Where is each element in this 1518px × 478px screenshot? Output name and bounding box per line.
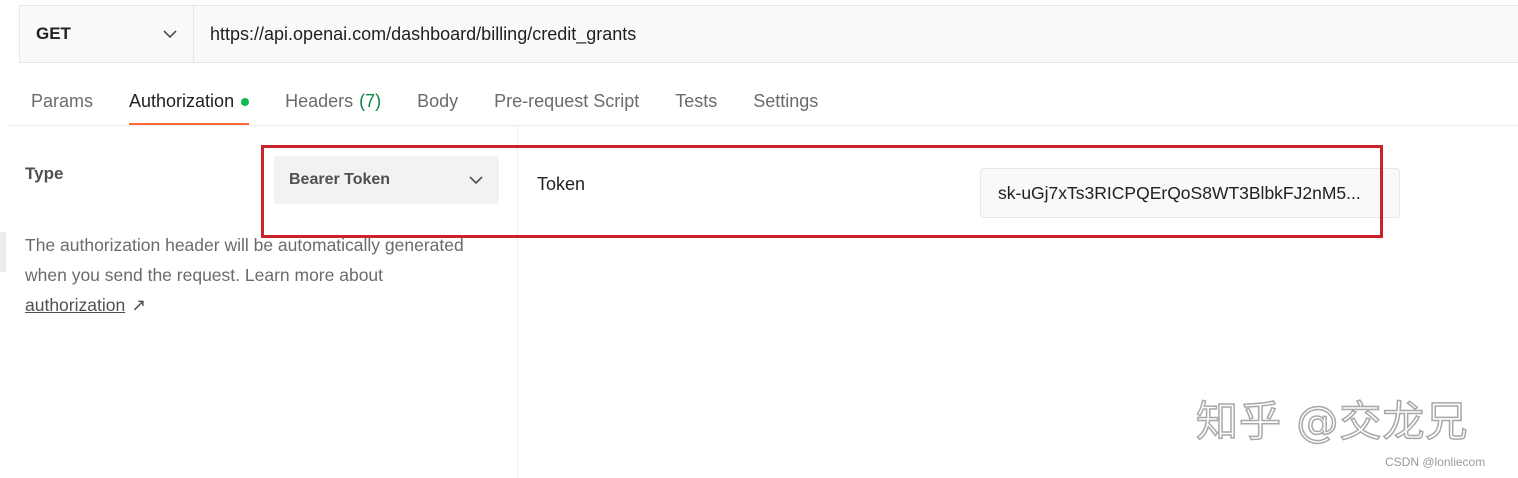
chevron-down-icon (163, 29, 177, 39)
auth-help-text: The authorization header will be automat… (25, 230, 475, 320)
url-input[interactable]: https://api.openai.com/dashboard/billing… (194, 6, 1518, 62)
auth-type-value: Bearer Token (289, 171, 391, 188)
csdn-watermark: CSDN @lonliecom (1385, 455, 1486, 469)
arrow-up-right-icon: ↗ (131, 295, 146, 315)
tab-label: Tests (675, 91, 718, 111)
tab-body[interactable]: Body (417, 79, 458, 123)
headers-count-badge: (7) (359, 91, 382, 111)
tabs-divider (7, 125, 1518, 126)
tab-label: Settings (753, 91, 819, 111)
side-marker (0, 232, 6, 272)
request-tabs: Params Authorization Headers (7) Body Pr… (31, 79, 854, 125)
tab-settings[interactable]: Settings (753, 79, 818, 123)
tab-label: Pre-request Script (494, 91, 640, 111)
method-label: GET (36, 24, 71, 43)
status-dot-icon (241, 98, 250, 106)
tab-authorization[interactable]: Authorization (129, 79, 250, 125)
auth-type-label: Type (25, 164, 64, 183)
tab-label: Authorization (129, 91, 235, 111)
token-label: Token (537, 174, 586, 194)
tab-label: Params (31, 91, 94, 111)
tab-headers[interactable]: Headers (7) (285, 79, 381, 123)
token-value: sk-uGj7xTs3RICPQErQoS8WT3BlbkFJ2nM5... (998, 182, 1361, 203)
tab-pre-request-script[interactable]: Pre-request Script (494, 79, 639, 123)
zhihu-watermark: 知乎 @交龙兄 (1195, 396, 1469, 447)
request-bar: GET https://api.openai.com/dashboard/bil… (19, 5, 1518, 63)
tab-label: Headers (285, 91, 354, 111)
help-text-body: The authorization header will be automat… (25, 235, 464, 285)
panel-divider (517, 126, 518, 478)
tab-tests[interactable]: Tests (675, 79, 717, 123)
chevron-down-icon (469, 175, 483, 185)
method-select[interactable]: GET (20, 6, 194, 62)
auth-type-select[interactable]: Bearer Token (274, 156, 499, 204)
tab-label: Body (417, 91, 459, 111)
authorization-docs-link[interactable]: authorization (25, 295, 125, 315)
tab-params[interactable]: Params (31, 79, 93, 123)
token-input[interactable]: sk-uGj7xTs3RICPQErQoS8WT3BlbkFJ2nM5... (980, 168, 1400, 218)
